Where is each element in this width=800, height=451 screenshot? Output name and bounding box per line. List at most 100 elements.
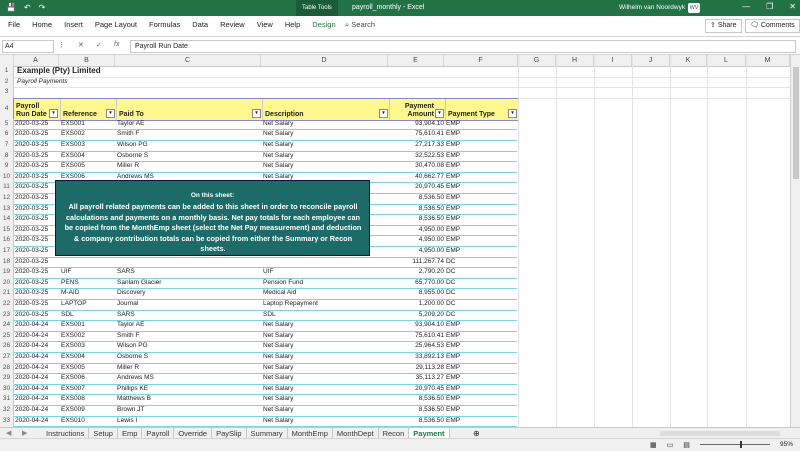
cell[interactable]: Wilson PG [115,341,263,352]
cell[interactable]: EXS004 [59,352,117,363]
cell[interactable]: 2020-03-25 [13,172,61,183]
cell[interactable]: 8,955.00 [388,288,446,299]
row-header[interactable]: 30 [0,383,14,395]
cell[interactable]: 8,536.50 [388,405,446,416]
cell[interactable]: EXS002 [59,331,117,342]
row-header[interactable]: 10 [0,171,14,183]
name-box[interactable]: A4 [2,40,54,53]
cell[interactable]: EXS001 [59,119,117,130]
column-header[interactable]: M [746,55,790,66]
cell[interactable]: 8,536.50 [388,214,446,225]
enter-icon[interactable]: ✓ [96,41,102,49]
page-layout-view-icon[interactable]: ▭ [667,441,674,449]
cell[interactable]: 93,904.10 [388,119,446,130]
filter-dropdown-icon[interactable]: ▾ [252,108,261,118]
cell[interactable]: DC [444,310,519,321]
column-header[interactable]: J [632,55,670,66]
cell[interactable]: EXS010 [59,416,117,427]
cell[interactable]: 2020-03-25 [13,140,61,151]
cell[interactable]: 1,200.00 [388,299,446,310]
header-cell-description[interactable]: Description ▾ [262,98,390,120]
cell[interactable]: EXS005 [59,161,117,172]
cell[interactable]: 2020-04-24 [13,405,61,416]
cell[interactable]: PENS [59,278,117,289]
comments-button[interactable]: 🗨 Comments [745,19,800,33]
row-header[interactable]: 16 [0,235,14,246]
row-header[interactable]: 14 [0,214,14,225]
cell[interactable]: 8,536.50 [388,394,446,405]
cell[interactable]: 2020-03-25 [13,267,61,278]
cell[interactable]: Net Salary [261,129,390,140]
cell[interactable] [261,257,390,268]
row-header[interactable]: 27 [0,352,14,363]
cell[interactable]: EXS003 [59,341,117,352]
cell[interactable]: EMP [444,384,519,395]
minimize-icon[interactable]: — [742,2,750,11]
cell[interactable]: EMP [444,405,519,416]
cell[interactable]: Net Salary [261,394,390,405]
cell[interactable]: EMP [444,151,519,162]
row-header[interactable]: 26 [0,341,14,352]
share-button[interactable]: ⇪ Share [705,19,742,33]
row-header[interactable]: 11 [0,182,14,193]
cell[interactable]: EMP [444,363,519,374]
select-all-corner[interactable] [0,55,14,66]
cell[interactable]: Laptop Repayment [261,299,390,310]
cell[interactable]: 2020-03-25 [13,151,61,162]
cell[interactable]: 111,267.74 [388,257,446,268]
column-header[interactable]: D [261,55,388,66]
cell[interactable]: EMP [444,204,519,215]
cell[interactable]: EMP [444,416,519,427]
cell[interactable]: EMP [444,193,519,204]
cell[interactable]: Miller R [115,363,263,374]
cell[interactable]: Osborne S [115,352,263,363]
cell[interactable]: 2020-04-24 [13,320,61,331]
scrollbar-thumb[interactable] [793,67,799,179]
cell[interactable]: Net Salary [261,363,390,374]
cell[interactable]: 29,113.28 [388,363,446,374]
cell[interactable]: 32,522.53 [388,151,446,162]
cell[interactable]: EMP [444,225,519,236]
cell[interactable]: 2020-03-25 [13,288,61,299]
close-icon[interactable]: ✕ [789,2,796,11]
cell[interactable]: 2020-03-25 [13,235,61,246]
row-header[interactable]: 23 [0,309,14,321]
cell[interactable]: 8,536.50 [388,193,446,204]
cell[interactable]: EXS009 [59,405,117,416]
cell[interactable]: EMP [444,235,519,246]
zoom-slider[interactable] [700,444,770,445]
cell[interactable]: 8,536.50 [388,204,446,215]
cell[interactable]: Net Salary [261,140,390,151]
tab-help[interactable]: Help [285,20,300,29]
cell[interactable]: Wilson PG [115,140,263,151]
zoom-slider-thumb[interactable] [740,441,742,448]
cell[interactable]: 2020-03-25 [13,193,61,204]
cell[interactable]: Lewis I [115,416,263,427]
column-header[interactable]: B [59,55,115,66]
filter-dropdown-icon[interactable]: ▾ [435,108,444,118]
row-header[interactable]: 9 [0,161,14,172]
column-header[interactable]: E [388,55,444,66]
vertical-scrollbar[interactable] [790,55,800,427]
cell[interactable]: Net Salary [261,151,390,162]
cell[interactable]: EMP [444,320,519,331]
cell[interactable]: Taylor AE [115,320,263,331]
cell[interactable]: 2020-03-25 [13,119,61,130]
restore-icon[interactable]: ❐ [766,2,773,11]
cell[interactable]: Matthews B [115,394,263,405]
cell[interactable]: 2020-03-25 [13,299,61,310]
cell[interactable]: LAPTOP [59,299,117,310]
cell[interactable]: Smith F [115,331,263,342]
cell[interactable]: 4,950.00 [388,225,446,236]
header-cell-date[interactable]: Payroll Run Date ▾ [14,99,60,120]
row-header[interactable]: 13 [0,203,14,215]
row-header[interactable]: 15 [0,224,14,236]
tab-formulas[interactable]: Formulas [149,20,180,29]
cell[interactable]: DC [444,299,519,310]
cell[interactable]: Net Salary [261,373,390,384]
zoom-level[interactable]: 95% [780,441,793,448]
search-box[interactable]: ⌕ Search [345,20,375,30]
cell[interactable]: Smith F [115,129,263,140]
cell[interactable]: SARS [115,310,263,321]
cell[interactable]: Sanlam Glacier [115,278,263,289]
